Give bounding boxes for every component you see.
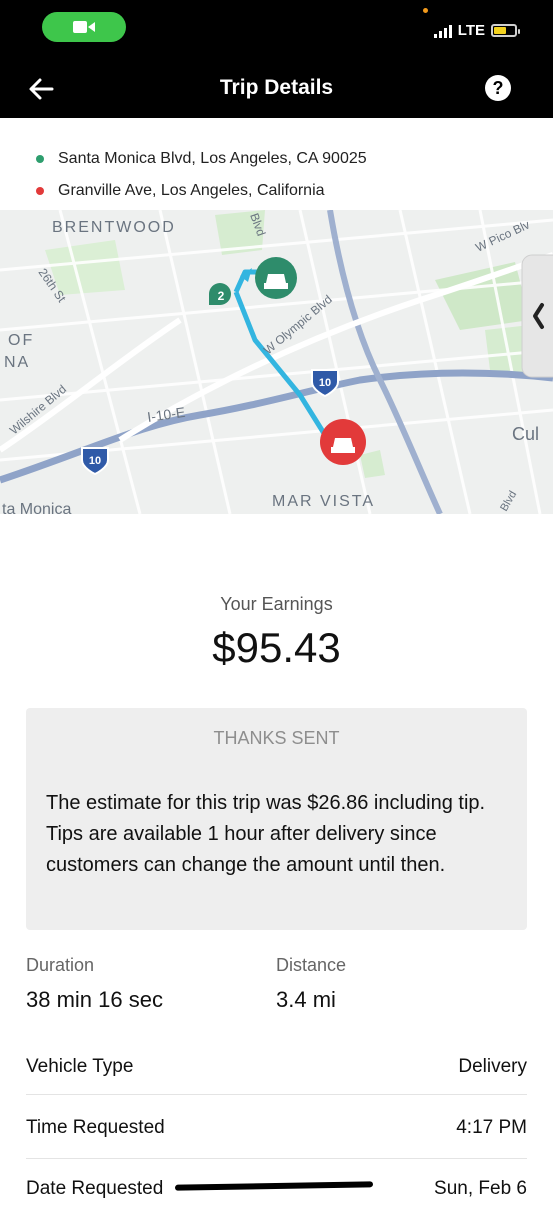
- page-title: Trip Details: [219, 76, 334, 99]
- detail-value: 4:17 PM: [456, 1117, 527, 1138]
- pickup-address: Santa Monica Blvd, Los Angeles, CA 90025: [36, 150, 367, 168]
- divider: [26, 1158, 527, 1159]
- help-button[interactable]: ?: [485, 75, 511, 101]
- map-label-brentwood: BRENTWOOD: [52, 219, 176, 236]
- dropoff-dot-icon: [36, 187, 44, 195]
- car-icon: [264, 274, 288, 289]
- svg-text:10: 10: [89, 455, 101, 467]
- estimate-text: The estimate for this trip was $26.86 in…: [46, 792, 486, 876]
- map-label-santa-monica: ta Monica: [2, 501, 71, 514]
- map-label-of: OF: [8, 332, 34, 349]
- distance-label: Distance: [276, 955, 347, 975]
- navigation-bar: Trip Details ?: [0, 60, 553, 118]
- step-badge-label: 2: [218, 289, 225, 303]
- thanks-status: THANKS SENT: [213, 728, 340, 748]
- distance-value: 3.4 mi: [276, 987, 336, 1012]
- signal-icon: [433, 24, 452, 38]
- video-camera-icon: [73, 21, 95, 33]
- detail-key: Time Requested: [26, 1117, 165, 1138]
- pickup-dot-icon: [36, 155, 44, 163]
- active-call-indicator[interactable]: [42, 12, 126, 42]
- earnings-amount: $95.43: [212, 624, 341, 671]
- earnings-label: Your Earnings: [220, 594, 333, 614]
- duration-value: 38 min 16 sec: [26, 987, 163, 1012]
- tip-notice-card: THANKS SENT The estimate for this trip w…: [26, 708, 527, 930]
- duration-label: Duration: [26, 955, 95, 975]
- map-panel-handle[interactable]: [521, 254, 553, 378]
- dropoff-address-text: Granville Ave, Los Angeles, California: [58, 182, 325, 199]
- dropoff-address: Granville Ave, Los Angeles, California: [36, 182, 325, 200]
- trip-map[interactable]: 2 10 10 BRENTWOOD Blvd W Pico Blv 26th S…: [0, 210, 553, 514]
- detail-key: Date Requested: [26, 1178, 164, 1199]
- pickup-address-text: Santa Monica Blvd, Los Angeles, CA 90025: [58, 150, 367, 167]
- status-indicators: LTE: [433, 22, 520, 39]
- divider: [26, 1094, 527, 1095]
- map-label-culver: Cul: [512, 424, 539, 444]
- question-icon: ?: [492, 78, 504, 98]
- detail-row-time-requested: Time Requested 4:17 PM: [26, 1117, 527, 1147]
- detail-row-vehicle-type: Vehicle Type Delivery: [26, 1056, 527, 1086]
- svg-text:10: 10: [319, 377, 331, 389]
- map-label-mar-vista: MAR VISTA: [272, 493, 375, 510]
- battery-icon: [491, 24, 520, 37]
- map-canvas: 2 10 10 BRENTWOOD Blvd W Pico Blv 26th S…: [0, 210, 553, 514]
- car-icon: [331, 438, 355, 453]
- map-label-na: NA: [4, 354, 30, 371]
- detail-value: Delivery: [458, 1056, 527, 1077]
- network-type: LTE: [457, 22, 485, 39]
- privacy-indicator: [423, 8, 428, 13]
- status-bar: LTE: [0, 0, 553, 60]
- detail-value: Sun, Feb 6: [434, 1178, 527, 1199]
- detail-key: Vehicle Type: [26, 1056, 134, 1077]
